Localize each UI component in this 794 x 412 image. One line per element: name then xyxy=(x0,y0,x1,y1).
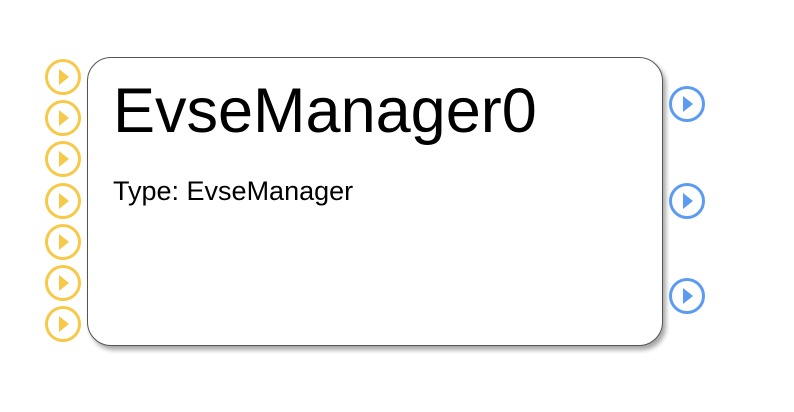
input-port-6[interactable] xyxy=(44,264,82,302)
output-port-2[interactable] xyxy=(668,182,706,220)
input-port-4[interactable] xyxy=(44,182,82,220)
module-title: EvseManager0 xyxy=(113,76,537,146)
play-circle-icon xyxy=(45,306,81,342)
output-port-3[interactable] xyxy=(668,277,706,315)
module-type-label: Type: EvseManager xyxy=(113,176,354,206)
input-port-1[interactable] xyxy=(44,58,82,96)
input-port-5[interactable] xyxy=(44,223,82,261)
play-circle-icon xyxy=(45,224,81,260)
play-circle-icon xyxy=(669,278,705,314)
input-port-3[interactable] xyxy=(44,140,82,178)
output-port-1[interactable] xyxy=(668,85,706,123)
input-port-7[interactable] xyxy=(44,305,82,343)
play-circle-icon xyxy=(45,141,81,177)
play-circle-icon xyxy=(669,86,705,122)
play-circle-icon xyxy=(45,100,81,136)
play-circle-icon xyxy=(669,183,705,219)
play-circle-icon xyxy=(45,265,81,301)
play-circle-icon xyxy=(45,183,81,219)
input-port-2[interactable] xyxy=(44,99,82,137)
module-node[interactable]: EvseManager0 Type: EvseManager xyxy=(87,57,663,346)
play-circle-icon xyxy=(45,59,81,95)
diagram-canvas: EvseManager0 Type: EvseManager xyxy=(0,0,794,412)
